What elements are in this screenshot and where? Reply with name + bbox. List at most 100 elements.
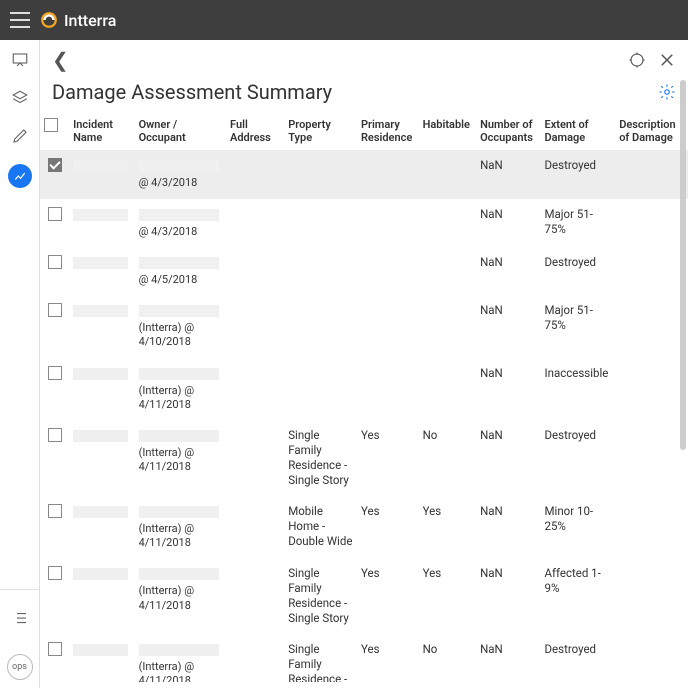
cell-description <box>615 420 688 496</box>
menu-icon[interactable] <box>10 12 30 28</box>
cell-occupants: NaN <box>476 420 540 496</box>
ops-badge[interactable]: ops <box>7 654 33 680</box>
cell-occupants: NaN <box>476 247 540 295</box>
cell-description <box>615 247 688 295</box>
list-icon[interactable] <box>10 608 30 628</box>
cell-description <box>615 150 688 198</box>
cell-extent: Destroyed <box>540 420 615 496</box>
cell-property <box>284 358 357 421</box>
row-checkbox[interactable] <box>48 366 62 380</box>
topbar: Intterra <box>0 0 688 40</box>
table-row[interactable]: (Intterra) @ 4/10/2018 NaNMajor 51-75% <box>40 295 688 358</box>
row-checkbox[interactable] <box>48 504 62 518</box>
cell-incident <box>69 634 134 682</box>
cell-property <box>284 247 357 295</box>
col-occupants[interactable]: Number of Occupants <box>476 112 540 150</box>
cell-incident <box>69 558 134 634</box>
cell-description <box>615 358 688 421</box>
table-row[interactable]: (Intterra) @ 4/11/2018Single Family Resi… <box>40 420 688 496</box>
cell-occupants: NaN <box>476 199 540 247</box>
cell-description <box>615 558 688 634</box>
cell-habitable <box>419 199 476 247</box>
table-row[interactable]: (Intterra) @ 4/11/2018Single Family Resi… <box>40 558 688 634</box>
cell-primary <box>357 247 419 295</box>
brand: Intterra <box>40 11 116 30</box>
cell-extent: Destroyed <box>540 150 615 198</box>
cell-extent: Affected 1-9% <box>540 558 615 634</box>
col-habitable[interactable]: Habitable <box>419 112 476 150</box>
col-owner[interactable]: Owner / Occupant <box>135 112 226 150</box>
pencil-icon[interactable] <box>10 126 30 146</box>
target-icon[interactable] <box>628 51 646 69</box>
cell-extent: Major 51-75% <box>540 199 615 247</box>
cell-owner: (Intterra) @ 4/11/2018 <box>135 496 226 559</box>
row-checkbox[interactable] <box>48 255 62 269</box>
brand-logo-icon <box>40 11 58 29</box>
cell-address <box>226 199 284 247</box>
cell-primary <box>357 150 419 198</box>
cell-address <box>226 634 284 682</box>
table-row[interactable]: (Intterra) @ 4/11/2018Single Family Resi… <box>40 634 688 682</box>
cell-occupants: NaN <box>476 496 540 559</box>
cell-habitable <box>419 247 476 295</box>
cell-incident <box>69 295 134 358</box>
cell-incident <box>69 496 134 559</box>
col-property[interactable]: Property Type <box>284 112 357 150</box>
col-primary[interactable]: Primary Residence <box>357 112 419 150</box>
table-row[interactable]: @ 4/5/2018NaNDestroyed <box>40 247 688 295</box>
cell-habitable <box>419 295 476 358</box>
cell-occupants: NaN <box>476 295 540 358</box>
cell-property <box>284 199 357 247</box>
row-checkbox[interactable] <box>48 642 62 656</box>
layers-icon[interactable] <box>10 88 30 108</box>
cell-extent: Destroyed <box>540 247 615 295</box>
cell-primary: Yes <box>357 496 419 559</box>
cell-owner: (Intterra) @ 4/11/2018 <box>135 558 226 634</box>
row-checkbox[interactable] <box>48 207 62 221</box>
cell-extent: Destroyed <box>540 634 615 682</box>
cell-owner: @ 4/3/2018 <box>135 150 226 198</box>
cell-description <box>615 634 688 682</box>
content: ❮ Damage Assessment Summary Incident Nam… <box>40 40 688 688</box>
presentation-icon[interactable] <box>10 50 30 70</box>
cell-incident <box>69 420 134 496</box>
col-incident[interactable]: Incident Name <box>69 112 134 150</box>
sidebar: ops <box>0 40 40 688</box>
table-row[interactable]: @ 4/3/2018NaNMajor 51-75% <box>40 199 688 247</box>
cell-incident <box>69 150 134 198</box>
col-description[interactable]: Description of Damage <box>615 112 688 150</box>
gear-icon[interactable] <box>658 83 676 101</box>
cell-owner: (Intterra) @ 4/11/2018 <box>135 634 226 682</box>
col-extent[interactable]: Extent of Damage <box>540 112 615 150</box>
cell-habitable: No <box>419 420 476 496</box>
cell-property: Mobile Home - Double Wide <box>284 496 357 559</box>
cell-primary: Yes <box>357 420 419 496</box>
cell-address <box>226 295 284 358</box>
brand-name: Intterra <box>64 11 116 30</box>
cell-incident <box>69 358 134 421</box>
close-icon[interactable] <box>658 51 676 69</box>
scrollbar-thumb[interactable] <box>680 80 686 450</box>
back-icon[interactable]: ❮ <box>52 48 69 72</box>
table-row[interactable]: (Intterra) @ 4/11/2018 Mobile Home - Doub… <box>40 496 688 559</box>
cell-occupants: NaN <box>476 150 540 198</box>
select-all-checkbox[interactable] <box>44 118 58 132</box>
row-checkbox[interactable] <box>48 566 62 580</box>
cell-primary <box>357 295 419 358</box>
row-checkbox[interactable] <box>48 428 62 442</box>
cell-habitable <box>419 150 476 198</box>
cell-owner: (Intterra) @ 4/11/2018 <box>135 420 226 496</box>
table-row[interactable]: (Intterra) @ 4/11/2018NaNInaccessible <box>40 358 688 421</box>
row-checkbox[interactable] <box>48 158 62 172</box>
col-address[interactable]: Full Address <box>226 112 284 150</box>
table-row[interactable]: @ 4/3/2018 NaNDestroyed <box>40 150 688 198</box>
cell-extent: Major 51-75% <box>540 295 615 358</box>
cell-address <box>226 420 284 496</box>
cell-habitable: No <box>419 634 476 682</box>
analytics-icon[interactable] <box>8 164 32 188</box>
cell-owner: (Intterra) @ 4/10/2018 <box>135 295 226 358</box>
cell-address <box>226 496 284 559</box>
row-checkbox[interactable] <box>48 303 62 317</box>
cell-extent: Inaccessible <box>540 358 615 421</box>
page-title: Damage Assessment Summary <box>52 80 332 104</box>
